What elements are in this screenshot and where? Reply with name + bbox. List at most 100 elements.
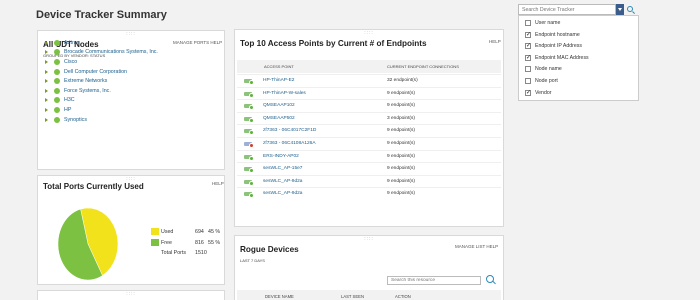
ports-help[interactable]: HELP	[212, 181, 224, 186]
search-option-label: Node name	[535, 66, 562, 73]
device-tracker-search-input[interactable]	[518, 4, 616, 15]
vendor-item[interactable]: Adtran	[45, 38, 158, 48]
access-point-icon	[244, 191, 254, 199]
access-point-icon	[244, 103, 254, 111]
ap-table-header: ACCESS POINT CURRENT ENDPOINT CONNECTION…	[237, 60, 501, 73]
checkbox[interactable]	[525, 66, 531, 73]
vendor-label[interactable]: Extreme Networks	[64, 78, 107, 84]
vendor-item[interactable]: Brocade Communications Systems, Inc.	[45, 48, 158, 58]
vendor-item[interactable]: Force Systems, Inc.	[45, 86, 158, 96]
search-option-label: Node port	[535, 78, 558, 84]
ap-table-row: sesWLC_AP-15e7 9 endpoint(s)	[237, 162, 501, 175]
ap-help[interactable]: HELP	[489, 39, 501, 44]
checkbox[interactable]	[525, 89, 531, 96]
search-option-label: Endpoint MAC Address	[535, 54, 589, 61]
rogue-search-input[interactable]	[387, 276, 481, 285]
ap-endpoint-count: 9 endpoint(s)	[387, 141, 415, 146]
ports-panel: :::: Total Ports Currently Used HELP Use…	[37, 175, 225, 285]
chevron-down-icon[interactable]	[616, 4, 624, 15]
access-point-icon	[244, 78, 254, 85]
vendor-label[interactable]: Brocade Communications Systems, Inc.	[64, 49, 158, 55]
expand-icon[interactable]	[45, 107, 48, 112]
search-option[interactable]: Endpoint hostname	[525, 31, 580, 38]
checkbox[interactable]	[525, 54, 531, 61]
checkbox[interactable]	[525, 78, 531, 84]
ap-endpoint-count: 9 endpoint(s)	[387, 153, 415, 159]
search-option[interactable]: Node port	[525, 78, 558, 84]
ap-table-row: QMSEAAP102 9 endpoint(s)	[237, 99, 501, 112]
ap-name-link[interactable]: QMSEAAP102	[263, 103, 295, 108]
ap-name-link[interactable]: sesWLC_AP-9d2a	[263, 179, 302, 184]
search-option[interactable]: Endpoint IP Address	[525, 42, 582, 50]
checkbox[interactable]	[525, 42, 531, 50]
vendor-label[interactable]: Dell Computer Corporation	[64, 69, 127, 75]
ap-col-connections[interactable]: CURRENT ENDPOINT CONNECTIONS	[387, 64, 459, 69]
expand-icon[interactable]	[45, 50, 48, 55]
drag-handle[interactable]: ::::	[364, 31, 374, 36]
search-option[interactable]: User name	[525, 20, 560, 26]
access-point-icon	[244, 91, 254, 98]
rogue-col-last-seen[interactable]: LAST SEEN	[341, 294, 364, 299]
drag-handle[interactable]: ::::	[364, 237, 374, 242]
status-up-icon	[54, 39, 60, 46]
ap-name-link[interactable]: zf7363 - 06C4108A126A	[263, 141, 316, 146]
page-title: Device Tracker Summary	[36, 9, 167, 21]
checkbox[interactable]	[525, 20, 531, 26]
vendor-label[interactable]: Cisco	[64, 59, 77, 65]
vendor-item[interactable]: Extreme Networks	[45, 76, 158, 86]
ap-endpoint-count: 9 endpoint(s)	[387, 166, 415, 172]
ap-table-row: zf7363 - 06C4017C2F1D 9 endpoint(s)	[237, 124, 501, 137]
expand-icon[interactable]	[45, 69, 48, 74]
drag-handle[interactable]: ::::	[126, 292, 136, 297]
vendor-item[interactable]: HP	[45, 105, 158, 115]
ap-name-link[interactable]: sesWLC_AP-9d2a	[263, 191, 302, 196]
search-option[interactable]: Endpoint MAC Address	[525, 54, 589, 61]
status-up-icon	[54, 49, 60, 56]
ap-title: Top 10 Access Points by Current # of End…	[240, 39, 427, 48]
ap-name-link[interactable]: sesWLC_AP-15e7	[263, 166, 302, 171]
vendor-label[interactable]: Adtran	[64, 40, 80, 46]
rogue-devices-panel: :::: Rogue Devices MANAGE LIST HELP LAST…	[234, 235, 504, 300]
ap-name-link[interactable]: QMSEAAP502	[263, 116, 295, 121]
used-swatch	[151, 228, 159, 235]
expand-icon[interactable]	[45, 59, 48, 64]
vendor-item[interactable]: H3C	[45, 96, 158, 106]
vendor-label[interactable]: H3C	[64, 97, 75, 103]
search-icon[interactable]	[486, 275, 494, 283]
search-option[interactable]: Node name	[525, 66, 562, 73]
search-icon[interactable]	[627, 6, 633, 12]
used-count: 694	[195, 229, 204, 235]
udt-links[interactable]: MANAGE PORTS HELP	[173, 40, 222, 45]
status-up-icon	[54, 106, 60, 113]
expand-icon[interactable]	[45, 88, 48, 93]
ap-endpoint-count: 9 endpoint(s)	[387, 191, 415, 197]
rogue-col-action[interactable]: ACTION	[395, 294, 411, 299]
vendor-item[interactable]: Cisco	[45, 57, 158, 67]
expand-icon[interactable]	[45, 98, 48, 103]
vendor-label[interactable]: Force Systems, Inc.	[64, 88, 111, 94]
vendor-item[interactable]: Dell Computer Corporation	[45, 67, 158, 77]
search-option-label: Vendor	[535, 89, 552, 96]
vendor-label[interactable]: Synoptics	[64, 117, 87, 123]
expand-icon[interactable]	[45, 117, 48, 122]
rogue-col-device[interactable]: DEVICE NAME	[265, 294, 294, 299]
status-up-icon	[54, 78, 60, 85]
access-points-panel: :::: Top 10 Access Points by Current # o…	[234, 29, 504, 227]
search-option[interactable]: Vendor	[525, 89, 552, 96]
access-point-icon	[244, 179, 254, 186]
drag-handle[interactable]: ::::	[126, 32, 136, 37]
ap-name-link[interactable]: ERS-INDY-AP02	[263, 154, 299, 159]
expand-icon[interactable]	[45, 79, 48, 84]
vendor-item[interactable]: Synoptics	[45, 115, 158, 125]
expand-icon[interactable]	[45, 40, 48, 45]
checkbox[interactable]	[525, 31, 531, 38]
ap-table-row: sesWLC_AP-9d2a 9 endpoint(s)	[237, 174, 501, 188]
ap-name-link[interactable]: HP-ThinAP-E2	[263, 78, 294, 83]
ap-name-link[interactable]: HP-ThinAP-W-sales	[263, 91, 306, 96]
vendor-label[interactable]: HP	[64, 107, 71, 113]
rogue-links[interactable]: MANAGE LIST HELP	[455, 244, 498, 249]
ap-name-link[interactable]: zf7363 - 06C4017C2F1D	[263, 128, 316, 133]
ap-col-access-point[interactable]: ACCESS POINT	[264, 64, 294, 69]
total-ports-label: Total Ports	[161, 250, 187, 256]
free-swatch	[151, 239, 159, 246]
